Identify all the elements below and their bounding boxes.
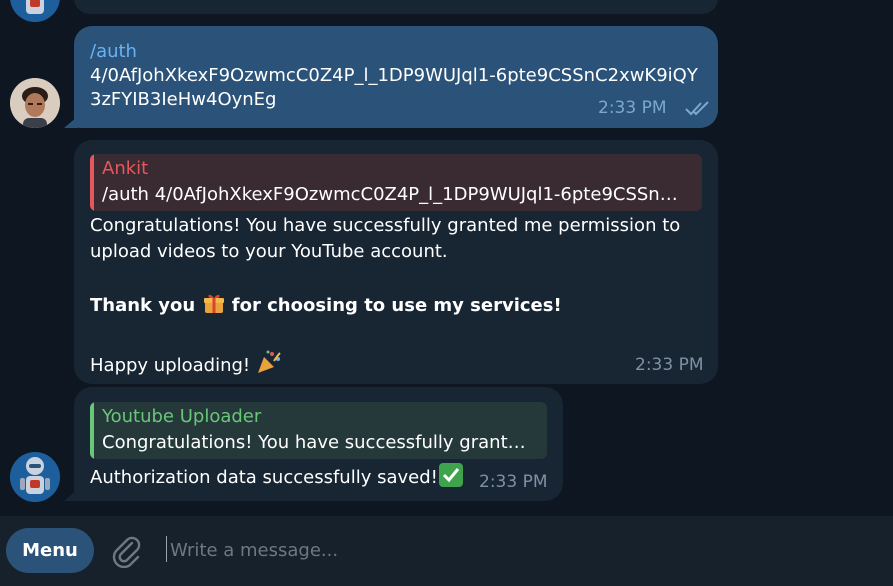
happy-text: Happy uploading!	[90, 355, 251, 376]
menu-button[interactable]: Menu	[6, 528, 94, 573]
quote-author: Ankit	[102, 158, 149, 179]
bot-confirmation-bubble[interactable]: Youtube Uploader Congratulations! You ha…	[74, 387, 563, 501]
message-input[interactable]	[170, 536, 870, 564]
previous-message-bubble	[74, 0, 718, 14]
message-line: upload videos to your YouTube account.	[90, 241, 448, 262]
happy-line: Happy uploading!	[90, 349, 702, 383]
check-mark-icon	[438, 463, 464, 495]
quote-author: Youtube Uploader	[102, 406, 262, 427]
text-cursor	[166, 536, 167, 562]
chat-history: /auth 4/0AfJohXkexF9OzwmcC0Z4P_l_1DP9WUJ…	[0, 0, 893, 516]
message-line: Congratulations! You have successfully g…	[90, 215, 681, 236]
gift-icon	[202, 291, 226, 323]
quote-text: Congratulations! You have successfully g…	[102, 432, 535, 453]
thanks-text: Thank you	[90, 295, 196, 316]
thanks-line: Thank you for choosing to use my service…	[90, 291, 702, 323]
message-time: 2:33 PM	[635, 355, 704, 375]
message-time: 2:33 PM	[479, 472, 548, 492]
auth-command-link[interactable]: /auth	[90, 40, 700, 64]
bot-reply-bubble[interactable]: Ankit /auth 4/0AfJohXkexF9OzwmcC0Z4P_l_1…	[74, 140, 718, 384]
quote-text: /auth 4/0AfJohXkexF9OzwmcC0Z4P_l_1DP9WUJ…	[102, 184, 690, 205]
reply-quote[interactable]: Ankit /auth 4/0AfJohXkexF9OzwmcC0Z4P_l_1…	[90, 154, 702, 211]
message-time: 2:33 PM	[598, 98, 667, 118]
paperclip-icon[interactable]	[110, 534, 144, 569]
thanks-text-end: for choosing to use my services!	[231, 295, 562, 316]
confirmation-text: Authorization data successfully saved!	[90, 467, 438, 488]
reply-quote[interactable]: Youtube Uploader Congratulations! You ha…	[90, 402, 547, 459]
user-avatar[interactable]	[10, 78, 60, 128]
party-popper-icon	[256, 349, 282, 383]
message-composer: Menu	[0, 516, 893, 586]
bot-avatar[interactable]	[10, 452, 60, 502]
outgoing-message-bubble[interactable]: /auth 4/0AfJohXkexF9OzwmcC0Z4P_l_1DP9WUJ…	[74, 26, 718, 128]
double-check-icon	[684, 99, 712, 121]
bot-avatar[interactable]	[10, 0, 60, 22]
